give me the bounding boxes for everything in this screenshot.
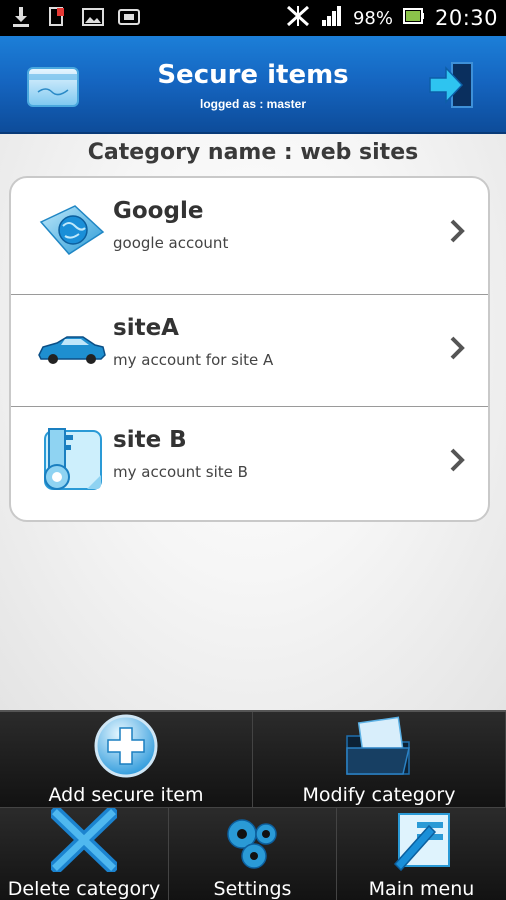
settings-button[interactable]: Settings: [169, 808, 337, 900]
no-sync-icon: [285, 4, 311, 33]
folder-edit-icon: [343, 714, 415, 783]
settings-label: Settings: [213, 878, 292, 900]
sim-alert-icon: [46, 6, 68, 28]
main-menu-button[interactable]: Main menu: [337, 808, 506, 900]
delete-category-button[interactable]: Delete category: [0, 804, 169, 900]
card-icon: [118, 6, 140, 28]
delete-category-label: Delete category: [7, 878, 161, 900]
item-title: site B: [113, 427, 187, 453]
menu-list-icon: [389, 810, 455, 877]
content-area: Category name : web sites Google google …: [0, 134, 506, 710]
add-secure-item-label: Add secure item: [48, 784, 204, 806]
modify-category-button[interactable]: Modify category: [253, 712, 506, 808]
main-menu-label: Main menu: [368, 878, 475, 900]
chevron-right-icon: [448, 445, 468, 475]
battery-icon: [402, 7, 425, 29]
car-icon: [35, 317, 107, 377]
add-secure-item-button[interactable]: Add secure item: [0, 712, 253, 808]
item-subtitle: google account: [113, 234, 229, 252]
item-subtitle: my account for site A: [113, 351, 274, 369]
chevron-right-icon: [448, 216, 468, 246]
item-title: Google: [113, 198, 204, 224]
list-item-google[interactable]: Google google account: [11, 178, 488, 288]
web-globe-icon: [35, 200, 107, 260]
delete-x-icon: [47, 804, 121, 877]
add-icon: [94, 714, 158, 783]
item-subtitle: my account site B: [113, 463, 248, 481]
bottom-action-bar: Add secure item Modify category Delete c…: [0, 710, 506, 900]
image-icon: [82, 6, 104, 28]
app-header: Secure items logged as : master: [0, 36, 506, 134]
download-icon: [10, 6, 32, 28]
category-name-label: Category name : web sites: [87, 140, 419, 165]
gears-icon: [220, 812, 286, 877]
secure-items-list: Google google account siteA my account f…: [9, 176, 490, 522]
signal-icon: [321, 5, 343, 32]
list-item-siteb[interactable]: site B my account site B: [11, 406, 488, 516]
clock: 20:30: [434, 6, 498, 30]
logout-icon[interactable]: [428, 60, 476, 110]
list-item-sitea[interactable]: siteA my account for site A: [11, 294, 488, 404]
status-bar: 98% 20:30: [0, 0, 506, 36]
battery-percent: 98%: [352, 7, 393, 29]
item-title: siteA: [113, 315, 179, 341]
chevron-right-icon: [448, 333, 468, 363]
key-icon: [35, 425, 107, 490]
modify-category-label: Modify category: [302, 784, 456, 806]
system-status: 98% 20:30: [285, 4, 498, 32]
notification-icons: [10, 6, 140, 28]
